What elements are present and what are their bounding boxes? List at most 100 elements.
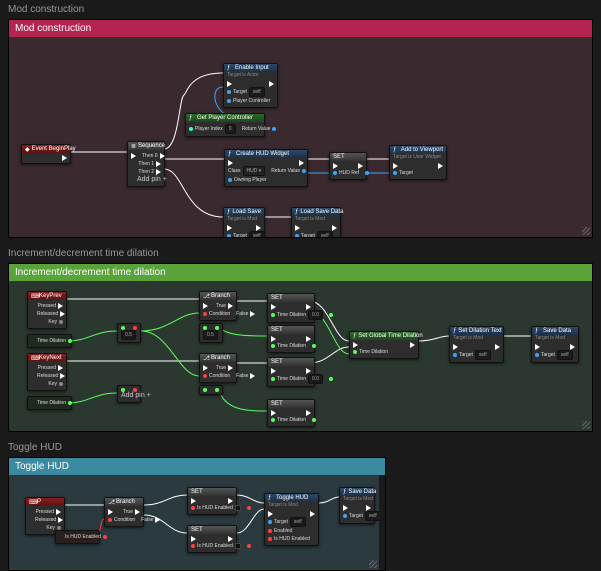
node-subtitle: Target is Mod [340, 496, 374, 503]
node-set-hud-enabled-2[interactable]: SET Is HUD Enabled [187, 525, 237, 553]
node-title: ⌨P [26, 498, 64, 506]
node-set-hud-enabled-1[interactable]: SET Is HUD Enabled [187, 487, 237, 515]
node-title: ƒCreate HUD Widget [225, 150, 307, 158]
node-save-data-hud[interactable]: ƒSave Data Target is Mod Target self [339, 487, 375, 524]
node-get-hud-enabled[interactable]: Is HUD Enabled [55, 530, 100, 544]
function-icon: ƒ [453, 328, 456, 334]
node-create-hud-widget[interactable]: ƒCreate HUD Widget Class HUD ▾Return Val… [224, 149, 308, 187]
node-toggle-hud[interactable]: ƒToggle HUD Target is Mod Target self En… [264, 493, 319, 546]
node-set-hudref[interactable]: SET HUD Ref [329, 152, 367, 180]
node-add-to-viewport[interactable]: ƒAdd to Viewport Target is User Widget T… [389, 145, 447, 180]
node-set-td-4[interactable]: SET Time Dilation [267, 399, 315, 427]
node-subtitle: Target is Mod [532, 335, 578, 342]
node-load-save-data[interactable]: ƒLoad Save Data Target is Mod Target sel… [291, 207, 341, 237]
graph-panel-time-dilation[interactable]: Increment/decrement time dilation [8, 263, 593, 432]
function-icon: ƒ [189, 115, 195, 121]
checkbox[interactable] [235, 505, 241, 511]
node-subtitle: Target is User Widget [390, 154, 446, 161]
graph-body-time-dilation[interactable]: ⌨KeyPrev Pressed Released Key Time Dilat… [9, 281, 592, 431]
sequence-icon: ≣ [131, 143, 136, 149]
node-title: SET [268, 326, 314, 334]
node-title: SET [268, 294, 314, 302]
function-icon: ƒ [295, 209, 298, 215]
node-title: ƒLoad Save [224, 208, 264, 216]
node-key-prev[interactable]: ⌨KeyPrev Pressed Released Key [27, 291, 67, 329]
node-enable-input[interactable]: ƒEnable Input Target is Actor Target sel… [223, 63, 278, 108]
node-get-time-dilation-2[interactable]: Time Dilation [27, 396, 72, 410]
graph-panel-mod-construction[interactable]: Mod construction ◆Event BeginPlay [8, 19, 593, 238]
node-title: ƒAdd to Viewport [390, 146, 446, 154]
plus-icon: + [147, 392, 151, 400]
self-value[interactable]: self [249, 87, 265, 97]
node-key-next[interactable]: ⌨KeyNext Pressed Released Key [27, 353, 67, 391]
graph-header-toggle-hud[interactable]: Toggle HUD [9, 458, 385, 475]
node-title: ≣Sequence [128, 142, 164, 150]
node-event-beginplay[interactable]: ◆Event BeginPlay [21, 144, 71, 164]
node-title: ⎇Branch [200, 292, 236, 300]
node-title: ƒSave Data [532, 327, 578, 335]
function-icon: ƒ [228, 151, 234, 157]
value-input[interactable]: 0.0 [308, 310, 323, 320]
node-title: ⌨KeyPrev [28, 292, 66, 300]
node-title: ƒToggle HUD [265, 494, 318, 502]
checkbox[interactable] [235, 543, 241, 549]
plus-icon: + [163, 176, 167, 184]
node-branch-bottom[interactable]: ⎇Branch True ConditionFalse [199, 353, 237, 383]
node-set-dilation-text[interactable]: ƒSet Dilation Text Target is Mod Target … [449, 326, 504, 363]
node-set-td-2[interactable]: SET Time Dilation [267, 325, 315, 353]
section-label-mod-construction: Mod construction [0, 0, 601, 19]
section-label-toggle-hud: Toggle HUD [0, 438, 601, 457]
node-set-td-3[interactable]: SET Time Dilation 0.0 [267, 357, 315, 387]
graph-body-toggle-hud[interactable]: ⌨P Pressed Released Key Is HUD Enabled ⎇… [9, 475, 379, 570]
node-subtitle: Target is Mod [292, 216, 340, 223]
page-root: Mod construction Mod construction ◆Event… [0, 0, 601, 571]
node-save-data[interactable]: ƒSave Data Target is Mod Target self [531, 326, 579, 363]
node-get-player-controller[interactable]: ƒGet Player Controller Player Index 0 Re… [185, 113, 265, 137]
value-input[interactable]: 0.0 [308, 374, 323, 384]
add-pin-button[interactable]: Add pin + [121, 392, 151, 400]
node-load-save[interactable]: ƒLoad Save Target is Mod Target self [223, 207, 265, 237]
value-input[interactable]: 0.5 [203, 330, 218, 340]
node-mult-top[interactable]: 0.5 [199, 323, 223, 343]
node-title: ƒSave Data [340, 488, 374, 496]
node-set-global-time-dilation[interactable]: ƒSet Global Time Dilation Time Dilation [349, 331, 419, 359]
node-set-td-1[interactable]: SET Time Dilation 0.0 [267, 293, 315, 323]
key-icon: ⌨ [31, 293, 37, 299]
node-title: SET [188, 488, 236, 496]
node-title: SET [268, 400, 314, 408]
graph-body-mod-construction[interactable]: ◆Event BeginPlay ≣Sequence Then 0 Then 1… [9, 37, 592, 237]
graph-header-mod-construction[interactable]: Mod construction [9, 20, 592, 37]
node-compare-2[interactable]: Add pin + [117, 385, 141, 403]
node-branch[interactable]: ⎇Branch True ConditionFalse [104, 497, 144, 527]
node-title: ƒGet Player Controller [186, 114, 264, 122]
node-title: ƒSet Dilation Text [450, 327, 503, 335]
node-get-time-dilation-1[interactable]: Time Dilation [27, 334, 72, 348]
graph-header-time-dilation[interactable]: Increment/decrement time dilation [9, 264, 592, 281]
function-icon: ƒ [227, 65, 233, 71]
node-title: ⌨KeyNext [28, 354, 66, 362]
resize-grip[interactable] [582, 227, 590, 235]
add-pin-button[interactable]: Add pin + [137, 176, 167, 184]
node-subtitle: Target is Mod [265, 502, 318, 509]
resize-grip[interactable] [369, 560, 377, 568]
resize-grip[interactable] [582, 421, 590, 429]
node-title: SET [188, 526, 236, 534]
node-title: ƒEnable Input [224, 64, 277, 72]
node-title: ◆Event BeginPlay [22, 145, 70, 153]
node-title: SET [268, 358, 314, 366]
value-input[interactable]: 0.5 [121, 330, 136, 340]
class-select[interactable]: HUD ▾ [243, 166, 266, 176]
player-index-value[interactable]: 0 [225, 124, 236, 134]
node-branch-top[interactable]: ⎇Branch True ConditionFalse [199, 291, 237, 321]
function-icon: ƒ [227, 209, 230, 215]
branch-icon: ⎇ [203, 293, 209, 299]
node-title: ƒSet Global Time Dilation [350, 332, 418, 340]
node-subtitle: Target is Actor [224, 72, 277, 79]
function-icon: ƒ [393, 147, 399, 153]
node-sequence[interactable]: ≣Sequence Then 0 Then 1 Then 2 Add pin + [127, 141, 165, 187]
branch-icon: ⎇ [108, 499, 114, 505]
node-subtitle: Target is Mod [450, 335, 503, 342]
node-compare-1[interactable]: 0.5 [117, 323, 141, 343]
node-title: ⎇Branch [105, 498, 143, 506]
node-mult-bottom[interactable] [199, 385, 223, 395]
